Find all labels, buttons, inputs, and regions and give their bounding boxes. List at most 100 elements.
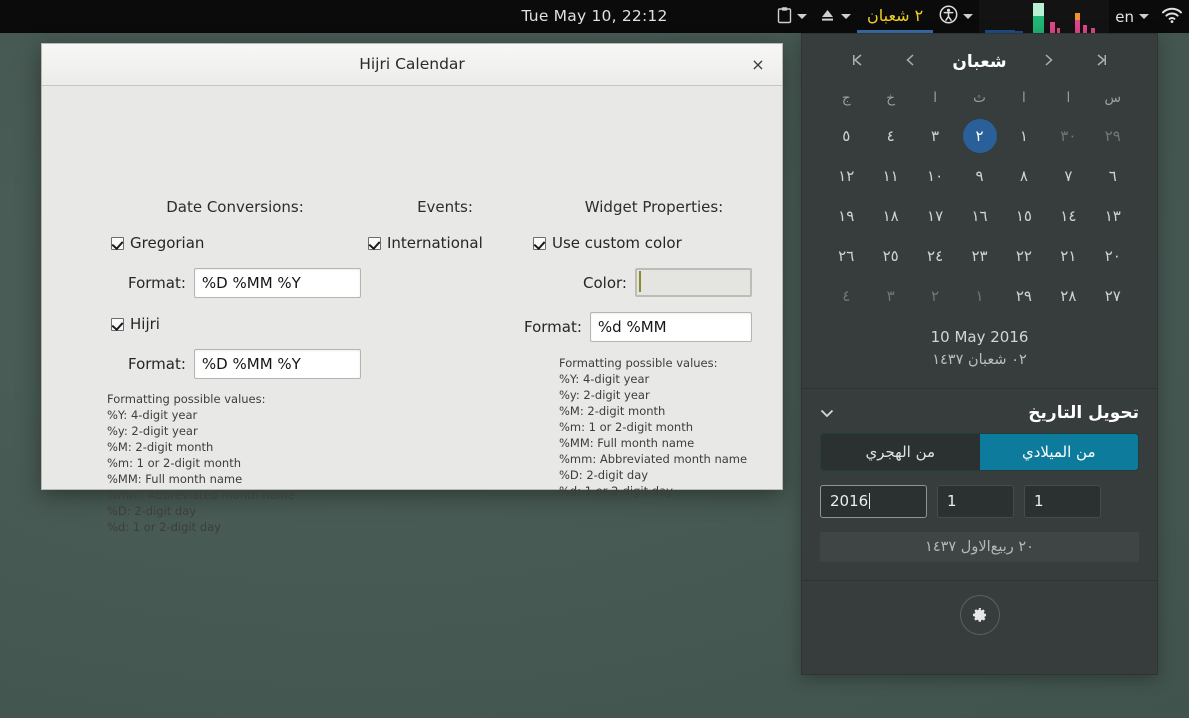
calendar-day-label: ٤ (886, 127, 895, 145)
hijri-format-input[interactable]: %D %MM %Y (193, 349, 361, 379)
clipboard-indicator[interactable] (771, 0, 813, 33)
calendar-day[interactable]: ٣ (913, 116, 957, 156)
dialog-titlebar: Hijri Calendar × (42, 44, 782, 86)
chevron-down-icon (796, 14, 807, 19)
calendar-day[interactable]: ١ (1002, 116, 1046, 156)
accessibility-icon (939, 5, 958, 28)
hint-line: %Y: 4-digit year (559, 372, 650, 386)
calendar-day[interactable]: ٨ (1002, 156, 1046, 196)
calendar-day[interactable]: ٢ (913, 276, 957, 316)
calendar-day[interactable]: ١٣ (1091, 196, 1135, 236)
calendar-day[interactable]: ٢٠ (1091, 236, 1135, 276)
calendar-day[interactable]: ٢٥ (868, 236, 912, 276)
hijri-format-row: Format: %D %MM %Y (128, 349, 361, 379)
clipboard-icon (777, 6, 792, 28)
gregorian-checkbox[interactable] (111, 236, 124, 250)
converter-inputs: 2016 1 1 (802, 471, 1157, 518)
calendar-day[interactable]: ٧ (1046, 156, 1090, 196)
hijri-checkbox[interactable] (111, 317, 124, 331)
dialog-body: Date Conversions: Gregorian Format: %D %… (42, 86, 782, 534)
calendar-day-label: ١٨ (882, 207, 899, 225)
close-icon[interactable]: × (744, 44, 772, 85)
calendar-day[interactable]: ٢٩ (1091, 116, 1135, 156)
calendar-day-selected[interactable]: ٢ (957, 116, 1001, 156)
network-indicator[interactable] (1155, 0, 1189, 33)
gregorian-format-input[interactable]: %D %MM %Y (193, 268, 361, 298)
converter-header[interactable]: تحويل التاريخ (802, 389, 1157, 433)
calendar-day[interactable]: ٢١ (1046, 236, 1090, 276)
calendar-day[interactable]: ٢٣ (957, 236, 1001, 276)
calendar-day[interactable]: ١٧ (913, 196, 957, 236)
calendar-day[interactable]: ٢٩ (1002, 276, 1046, 316)
calendar-day[interactable]: ١ (957, 276, 1001, 316)
calendar-day[interactable]: ٢٧ (1091, 276, 1135, 316)
calendar-weekday: خ (886, 90, 895, 106)
last-month-button[interactable] (1091, 52, 1113, 72)
calendar-day-label: ٨ (1019, 167, 1028, 185)
month-input[interactable]: 1 (937, 485, 1014, 518)
calendar-day[interactable]: ١٤ (1046, 196, 1090, 236)
calendar-day[interactable]: ٥ (824, 116, 868, 156)
use-custom-color-checkbox-row[interactable]: Use custom color (533, 234, 682, 252)
year-input[interactable]: 2016 (820, 485, 927, 518)
calendar-day[interactable]: ١٥ (1002, 196, 1046, 236)
calendar-day[interactable]: ٩ (957, 156, 1001, 196)
hijri-checkbox-row[interactable]: Hijri (111, 315, 160, 333)
eject-icon (819, 7, 836, 27)
conversion-direction-toggle: من الهجري من الميلادي (820, 433, 1139, 471)
calendar-day[interactable]: ٢٨ (1046, 276, 1090, 316)
calendar-day[interactable]: ١٦ (957, 196, 1001, 236)
chevron-down-icon (1139, 14, 1149, 19)
calendar-day[interactable]: ٢٢ (1002, 236, 1046, 276)
hint-line: %mm: Abbreviated month name (107, 488, 296, 502)
calendar-day[interactable]: ١٠ (913, 156, 957, 196)
color-swatch-button[interactable] (634, 268, 752, 297)
calendar-day[interactable]: ٢٤ (913, 236, 957, 276)
day-input[interactable]: 1 (1024, 485, 1101, 518)
chevron-down-icon[interactable] (820, 404, 834, 422)
calendar-day[interactable]: ٤ (824, 276, 868, 316)
calendar-day[interactable]: ٣ (868, 276, 912, 316)
text-cursor (869, 493, 871, 509)
eject-indicator[interactable] (813, 0, 857, 33)
next-month-button[interactable] (1038, 52, 1060, 72)
hint-line: %d: 1 or 2-digit day (559, 484, 673, 498)
calendar-day-label: ١٢ (838, 167, 855, 185)
from-hijri-button[interactable]: من الهجري (821, 434, 980, 470)
hint-line: %y: 2-digit year (559, 388, 650, 402)
hint-line: %Y: 4-digit year (107, 408, 198, 422)
calendar-day[interactable]: ٣٠ (1046, 116, 1090, 156)
calendar-day-label: ٥ (842, 127, 851, 145)
hint-title: Formatting possible values: (559, 356, 718, 370)
international-checkbox[interactable] (368, 236, 381, 250)
calendar-day[interactable]: ٦ (1091, 156, 1135, 196)
gear-icon[interactable] (959, 595, 1000, 635)
calendar-day[interactable]: ١١ (868, 156, 912, 196)
international-checkbox-row[interactable]: International (368, 234, 483, 252)
calendar-day-label: ١٧ (927, 207, 944, 225)
first-month-button[interactable] (846, 52, 868, 72)
widget-format-input[interactable]: %d %MM (589, 312, 752, 342)
calendar-day[interactable]: ١٩ (824, 196, 868, 236)
calendar-day[interactable]: ٢٦ (824, 236, 868, 276)
hint-line: %D: 2-digit day (107, 504, 197, 518)
footer-hijri-date: ٠٢ شعبان ١٤٣٧ (932, 352, 1027, 368)
gregorian-checkbox-row[interactable]: Gregorian (111, 234, 204, 252)
calendar-weekday: ث (973, 90, 986, 106)
use-custom-color-checkbox[interactable] (533, 236, 546, 250)
events-heading: Events: (417, 198, 473, 216)
previous-month-button[interactable] (899, 52, 921, 72)
calendar-weekday-row: سااثاخج (802, 78, 1157, 116)
calendar-day-label: ١٩ (838, 207, 855, 225)
hijri-date-indicator[interactable]: ٢ شعبان (856, 0, 934, 33)
calendar-day[interactable]: ٤ (868, 116, 912, 156)
calendar-day-grid: ٢٩ ٣٠ ١ ٢ ٣ ٤ ٥ ٦ ٧ ٨ ٩ ١٠ ١١ ١٢ ١٣ ١٤ ١٥ ١٦ ١٧ ١٨ ١٩ ٢٠ ٢١ ٢٢ ٢… (802, 116, 1157, 316)
language-indicator[interactable]: en (1109, 0, 1155, 33)
calendar-day-label: ١٦ (971, 207, 988, 225)
calendar-weekday: ج (841, 90, 851, 106)
from-gregorian-button[interactable]: من الميلادي (979, 434, 1138, 470)
calendar-day[interactable]: ١٨ (868, 196, 912, 236)
calendar-day-label: ١٥ (1015, 207, 1032, 225)
calendar-day[interactable]: ١٢ (824, 156, 868, 196)
accessibility-indicator[interactable] (933, 0, 979, 33)
